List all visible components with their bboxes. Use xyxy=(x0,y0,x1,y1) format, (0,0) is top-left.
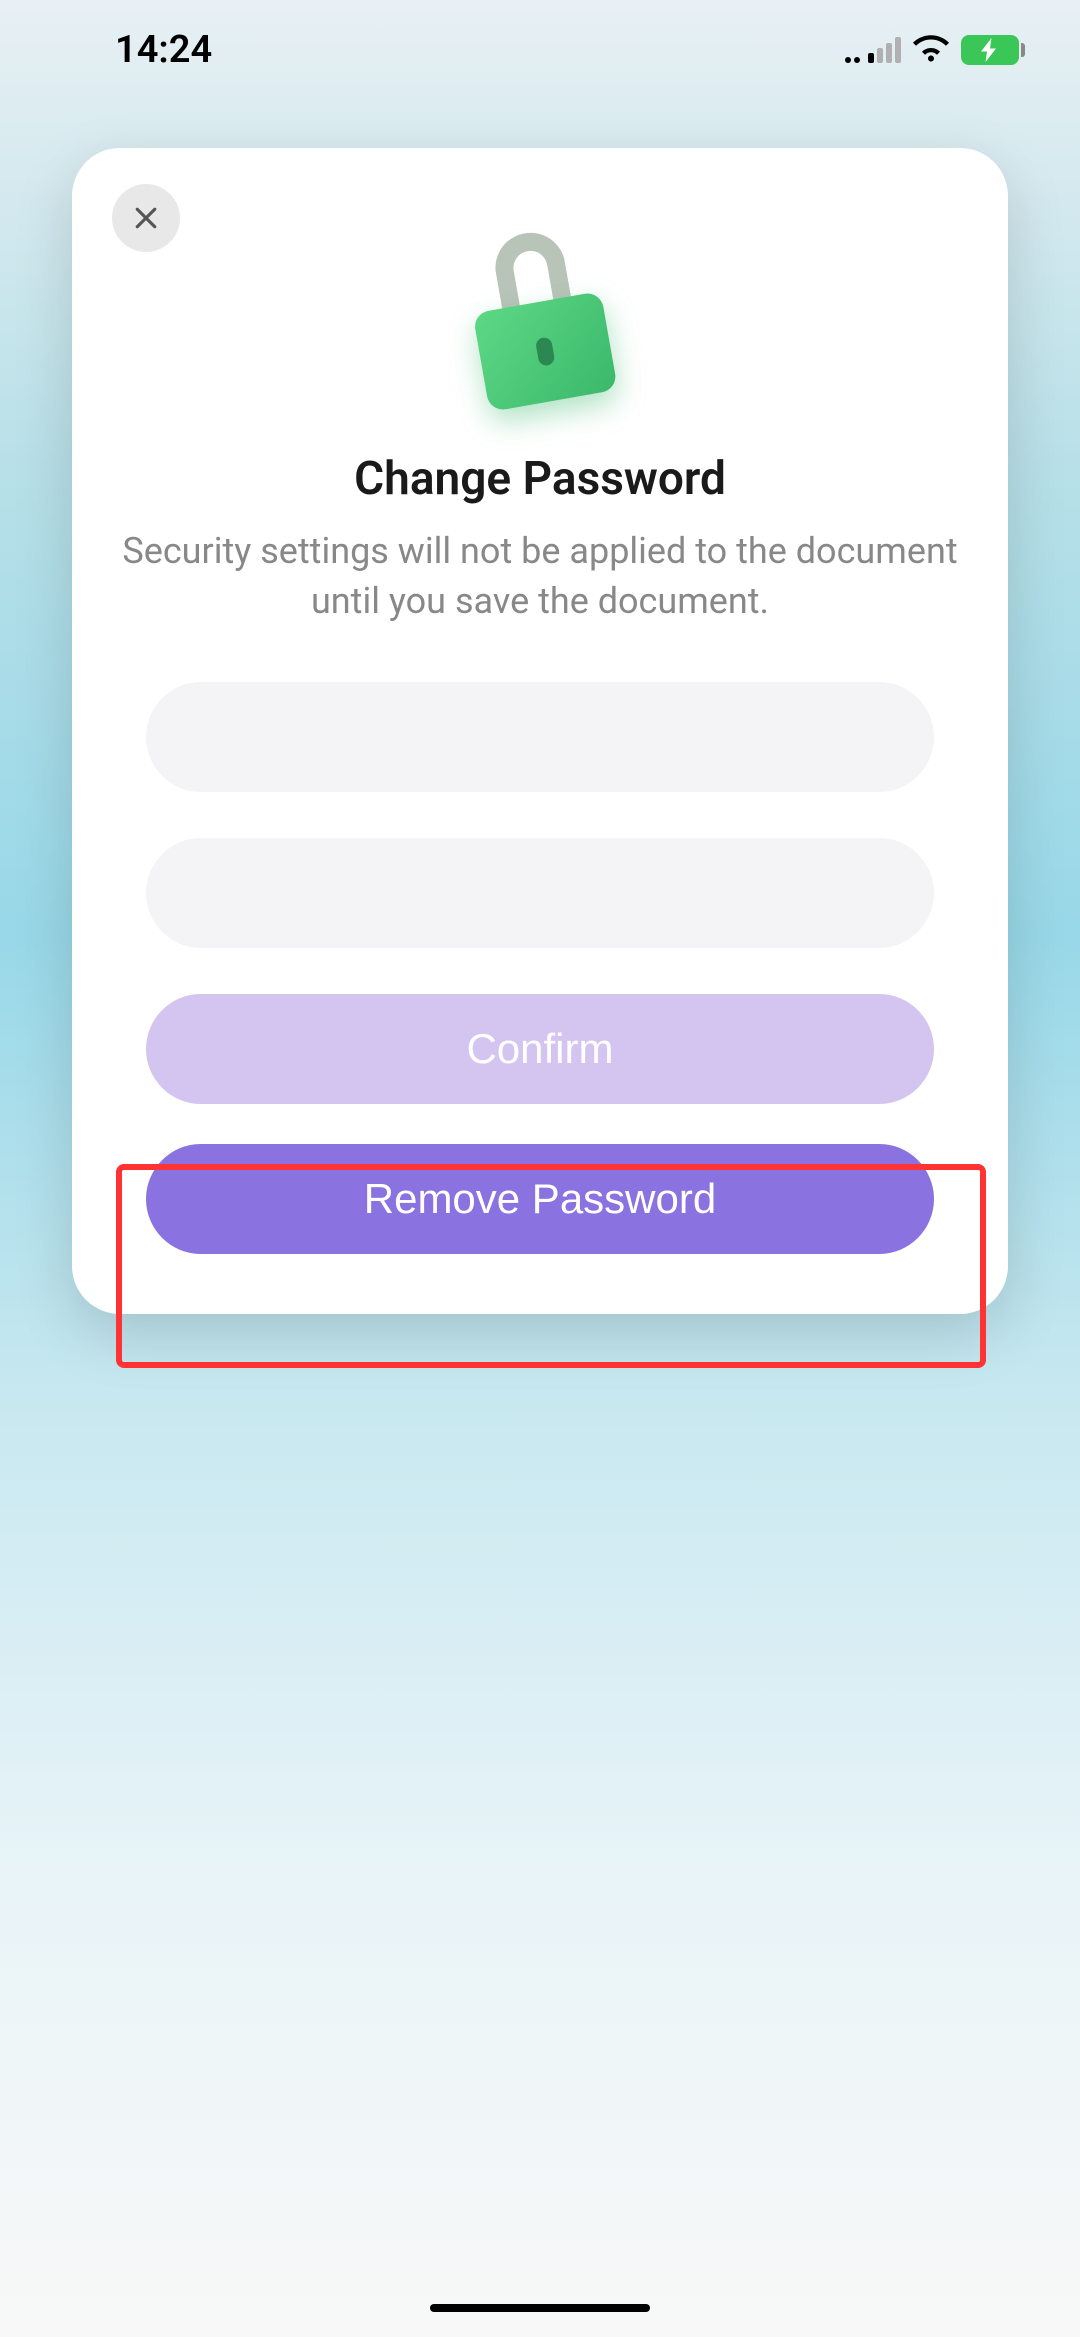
status-time: 14:24 xyxy=(115,28,212,72)
remove-password-button[interactable]: Remove Password xyxy=(146,1144,934,1254)
password-input[interactable] xyxy=(146,682,934,792)
wifi-icon xyxy=(913,34,949,66)
lock-illustration xyxy=(112,242,968,402)
lock-icon xyxy=(452,230,628,414)
change-password-modal: Change Password Security settings will n… xyxy=(72,148,1008,1314)
status-bar: 14:24 xyxy=(0,0,1080,100)
modal-description: Security settings will not be applied to… xyxy=(112,526,968,627)
home-indicator[interactable] xyxy=(430,2304,650,2312)
confirm-button[interactable]: Confirm xyxy=(146,994,934,1104)
status-indicators xyxy=(845,34,1025,66)
battery-icon xyxy=(961,35,1025,65)
close-icon xyxy=(131,203,161,233)
signal-indicator xyxy=(845,37,901,63)
confirm-password-input[interactable] xyxy=(146,838,934,948)
modal-title: Change Password xyxy=(112,452,968,506)
